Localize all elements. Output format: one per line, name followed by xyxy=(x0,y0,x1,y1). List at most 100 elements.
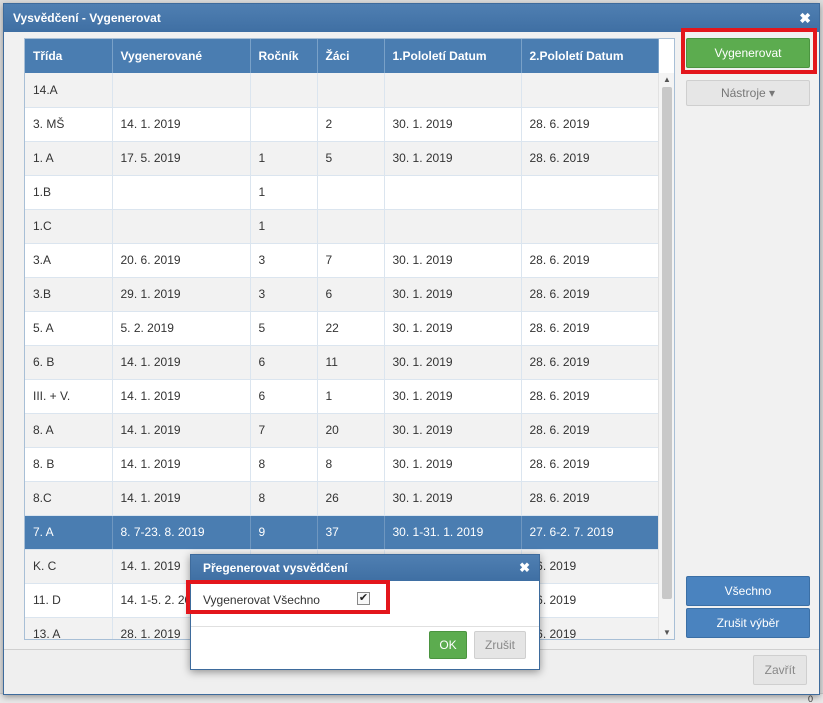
table-cell: 6 xyxy=(317,277,385,312)
table-cell: 1 xyxy=(250,209,318,244)
table-cell: . 6. 2019 xyxy=(521,617,659,639)
close-button[interactable]: Zavřít xyxy=(753,655,807,685)
table-scrollbar[interactable]: ▲ ▼ xyxy=(658,73,674,639)
table-cell: . 6. 2019 xyxy=(521,549,659,584)
table-row[interactable]: III. + V. 14. 1. 2019 6 1 30. 1. 2019 28. 6. … xyxy=(25,379,659,414)
table-cell: 30. 1. 2019 xyxy=(384,311,522,346)
dialog-title: Vysvědčení - Vygenerovat xyxy=(13,11,161,25)
table-cell: 8. B xyxy=(25,447,113,482)
table-cell: 9 xyxy=(250,515,318,550)
table-cell: 14. 1. 2019 xyxy=(112,447,251,482)
cancel-button[interactable]: Zrušit xyxy=(474,631,526,659)
table-cell: 7 xyxy=(250,413,318,448)
ok-button[interactable]: OK xyxy=(429,631,467,659)
table-cell: 1 xyxy=(250,141,318,176)
table-row[interactable]: 1.B 1 xyxy=(25,175,659,210)
modal-close-icon[interactable]: ✖ xyxy=(519,555,530,581)
column-header[interactable]: Třída xyxy=(25,39,113,73)
table-row[interactable]: 5. A 5. 2. 2019 5 22 30. 1. 2019 28. 6. 2019 xyxy=(25,311,659,346)
table-row[interactable]: 3. MŠ 14. 1. 2019 2 30. 1. 2019 28. 6. 2019 xyxy=(25,107,659,142)
table-cell: 14. 1. 2019 xyxy=(112,379,251,414)
highlight-box-checkbox xyxy=(186,580,390,614)
table-cell xyxy=(384,209,522,244)
table-cell: 3.B xyxy=(25,277,113,312)
column-header[interactable]: Ročník xyxy=(250,39,318,73)
table-row[interactable]: 14.A xyxy=(25,73,659,108)
table-cell xyxy=(384,73,522,108)
table-cell: 28. 6. 2019 xyxy=(521,107,659,142)
table-cell: III. + V. xyxy=(25,379,113,414)
table-cell: 30. 1. 2019 xyxy=(384,481,522,516)
table-row[interactable]: 3.B 29. 1. 2019 3 6 30. 1. 2019 28. 6. 2019 xyxy=(25,277,659,312)
table-cell: 6 xyxy=(250,379,318,414)
table-cell: 30. 1. 2019 xyxy=(384,141,522,176)
table-cell: 27. 6-2. 7. 2019 xyxy=(521,515,659,550)
table-cell: 7 xyxy=(317,243,385,278)
column-header[interactable]: 1.Pololetí Datum xyxy=(384,39,522,73)
table-cell: 30. 1-31. 1. 2019 xyxy=(384,515,522,550)
table-cell: . 6. 2019 xyxy=(521,583,659,618)
table-cell: 28. 6. 2019 xyxy=(521,481,659,516)
table-cell: 30. 1. 2019 xyxy=(384,243,522,278)
table-cell: 28. 6. 2019 xyxy=(521,379,659,414)
table-row[interactable]: 6. B 14. 1. 2019 6 11 30. 1. 2019 28. 6. 2019 xyxy=(25,345,659,380)
table-row[interactable]: 8.C 14. 1. 2019 8 26 30. 1. 2019 28. 6. 2019 xyxy=(25,481,659,516)
table-cell: 11. D xyxy=(25,583,113,618)
table-cell: 30. 1. 2019 xyxy=(384,277,522,312)
table-cell: 5. A xyxy=(25,311,113,346)
table-cell: 28. 6. 2019 xyxy=(521,311,659,346)
table-cell: 30. 1. 2019 xyxy=(384,345,522,380)
table-cell: 14. 1. 2019 xyxy=(112,413,251,448)
table-row[interactable]: 3.A 20. 6. 2019 3 7 30. 1. 2019 28. 6. 2019 xyxy=(25,243,659,278)
table-cell xyxy=(521,73,659,108)
class-table: Třída Vygenerované Ročník Žáci 1.Pololet… xyxy=(25,39,659,639)
scroll-up-icon[interactable]: ▲ xyxy=(663,75,671,84)
table-cell xyxy=(112,209,251,244)
table-cell: 8. 7-23. 8. 2019 xyxy=(112,515,251,550)
scroll-thumb[interactable] xyxy=(662,87,672,599)
table-row[interactable]: 1.C 1 xyxy=(25,209,659,244)
table-cell: 28. 6. 2019 xyxy=(521,243,659,278)
table-cell xyxy=(112,175,251,210)
table-cell: 14.A xyxy=(25,73,113,108)
class-table-container: Třída Vygenerované Ročník Žáci 1.Pololet… xyxy=(24,38,675,640)
table-row[interactable]: 8. B 14. 1. 2019 8 8 30. 1. 2019 28. 6. 2019 xyxy=(25,447,659,482)
table-cell: 13. A xyxy=(25,617,113,639)
table-cell: 28. 6. 2019 xyxy=(521,141,659,176)
scroll-down-icon[interactable]: ▼ xyxy=(663,628,671,637)
background-digit: 0 xyxy=(807,694,813,703)
table-cell xyxy=(250,73,318,108)
table-cell: 1. A xyxy=(25,141,113,176)
column-header[interactable]: Žáci xyxy=(317,39,385,73)
deselect-button[interactable]: Zrušit výběr xyxy=(686,608,810,638)
table-cell: 1 xyxy=(250,175,318,210)
table-row[interactable]: 7. A 8. 7-23. 8. 2019 9 37 30. 1-31. 1. 2019… xyxy=(25,515,659,550)
table-cell: 30. 1. 2019 xyxy=(384,107,522,142)
table-row[interactable]: 8. A 14. 1. 2019 7 20 30. 1. 2019 28. 6. 2019 xyxy=(25,413,659,448)
table-cell: 28. 6. 2019 xyxy=(521,277,659,312)
table-cell: 26 xyxy=(317,481,385,516)
modal-titlebar: Přegenerovat vysvědčení ✖ xyxy=(191,555,539,581)
table-cell xyxy=(317,73,385,108)
table-cell: 22 xyxy=(317,311,385,346)
table-cell: 6 xyxy=(250,345,318,380)
table-cell: 8. A xyxy=(25,413,113,448)
table-cell xyxy=(112,73,251,108)
table-cell: 30. 1. 2019 xyxy=(384,447,522,482)
table-cell: 8.C xyxy=(25,481,113,516)
column-header[interactable]: Vygenerované xyxy=(112,39,251,73)
table-cell: 8 xyxy=(250,447,318,482)
table-cell: 28. 6. 2019 xyxy=(521,413,659,448)
tools-dropdown-button[interactable]: Nástroje ▾ xyxy=(686,80,810,106)
table-cell: K. C xyxy=(25,549,113,584)
table-cell: 1.B xyxy=(25,175,113,210)
table-cell xyxy=(384,175,522,210)
table-cell xyxy=(317,175,385,210)
column-header[interactable]: 2.Pololetí Datum xyxy=(521,39,659,73)
table-cell: 2 xyxy=(317,107,385,142)
select-all-button[interactable]: Všechno xyxy=(686,576,810,606)
table-cell: 3. MŠ xyxy=(25,107,113,142)
table-row[interactable]: 1. A 17. 5. 2019 1 5 30. 1. 2019 28. 6. 2019 xyxy=(25,141,659,176)
table-cell: 1 xyxy=(317,379,385,414)
table-cell: 20. 6. 2019 xyxy=(112,243,251,278)
